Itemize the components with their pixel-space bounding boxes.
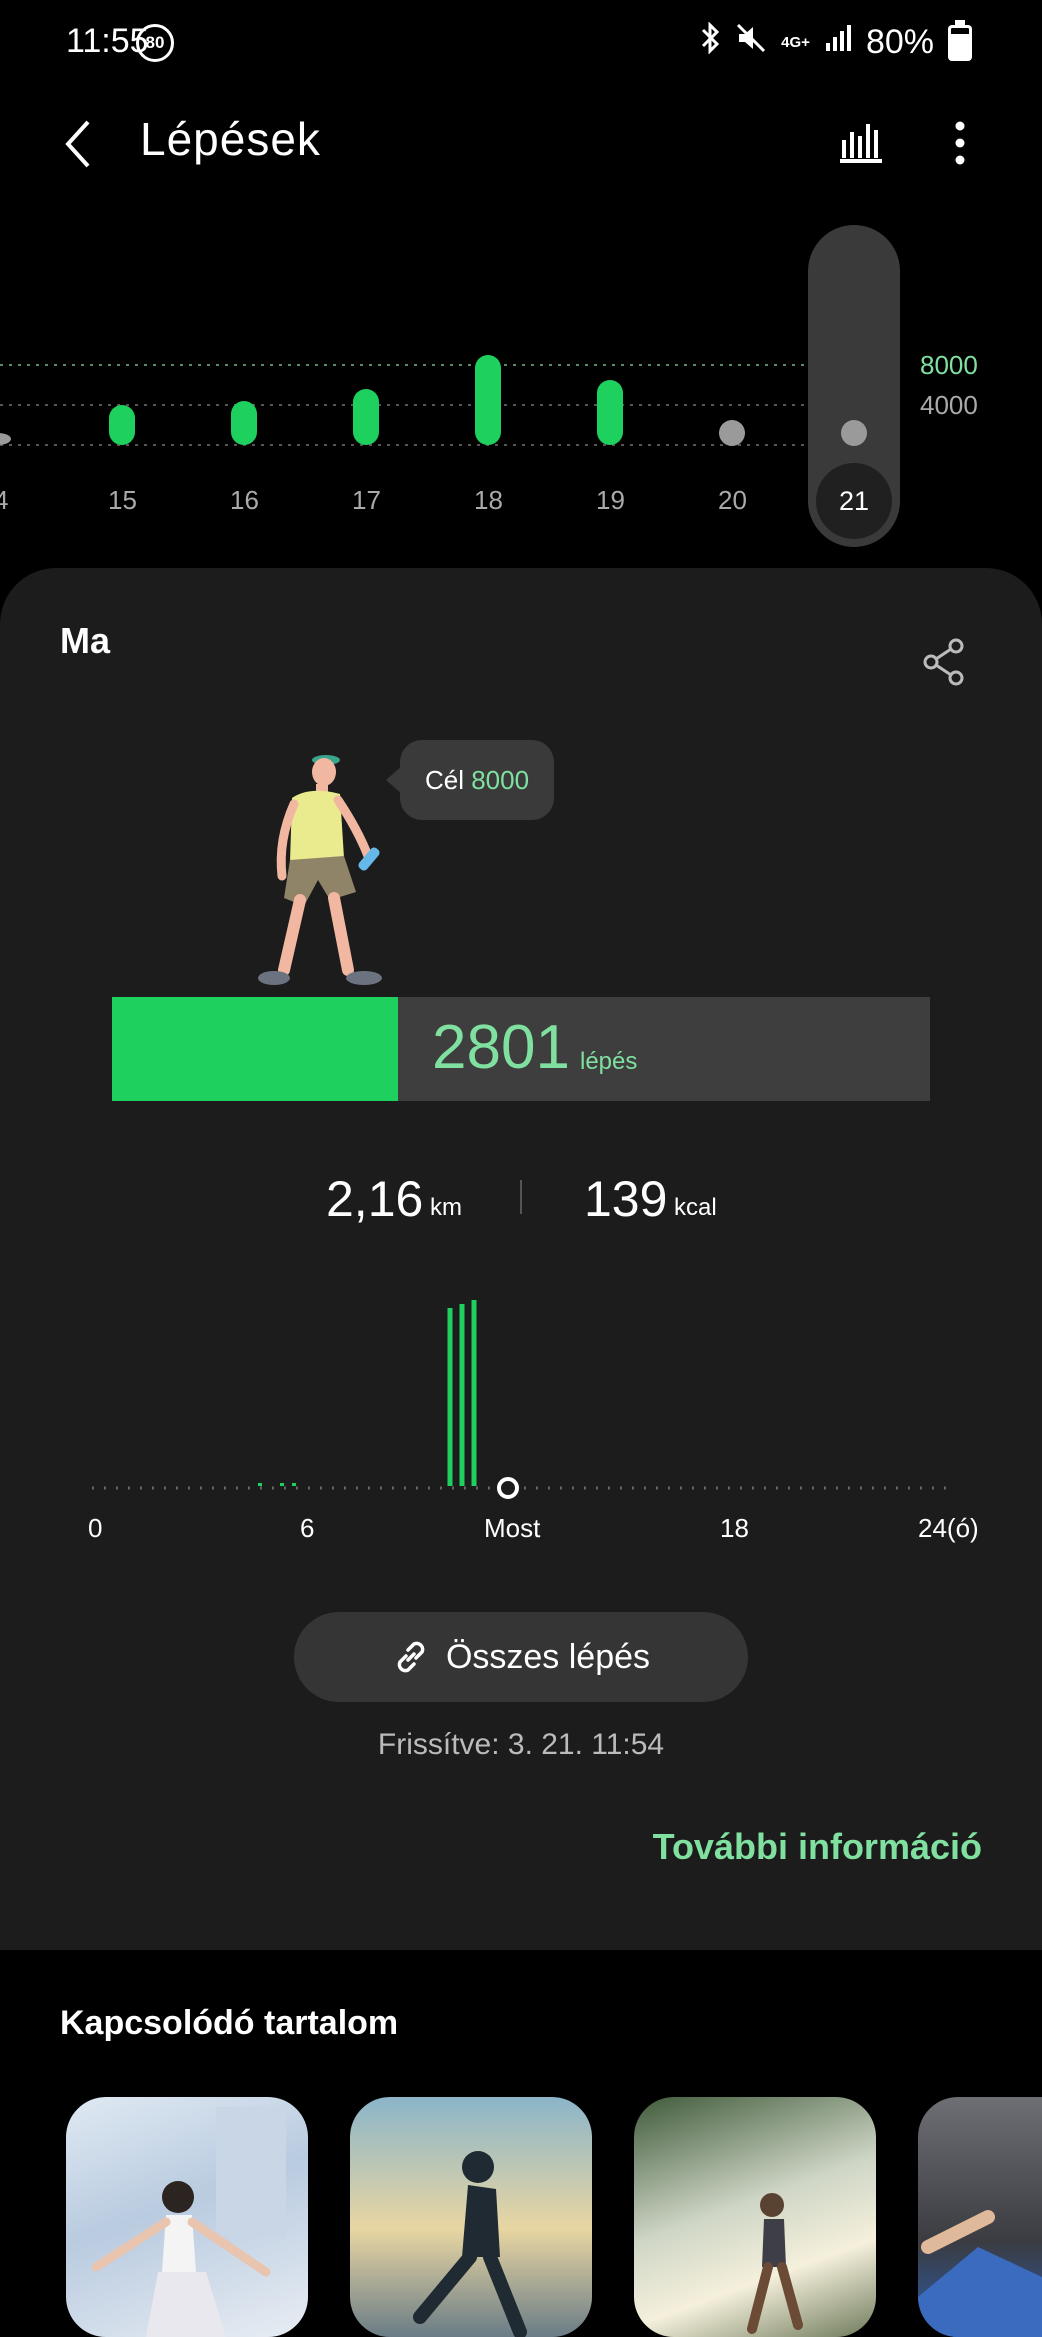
goal-value: 8000 — [471, 765, 530, 795]
steps-unit: lépés — [580, 1048, 638, 1075]
stats-divider — [520, 1180, 522, 1214]
hour-label: 24(ó) — [918, 1513, 979, 1543]
notification-badge: 80 — [136, 24, 174, 62]
related-thumbnail-yoga[interactable] — [66, 2097, 308, 2337]
weekly-bar-15[interactable] — [109, 405, 135, 445]
goal-prefix: Cél — [424, 765, 464, 795]
weekly-bar-17[interactable] — [353, 389, 379, 445]
related-content-title: Kapcsolódó tartalom — [60, 2004, 399, 2042]
bar-chart-icon — [840, 124, 882, 163]
signal-icon — [824, 23, 852, 62]
more-info-link[interactable]: További információ — [653, 1826, 982, 1868]
walker-illustration — [258, 755, 382, 985]
goal-bubble: Cél 8000 — [386, 740, 554, 820]
hour-label: 0 — [88, 1513, 103, 1543]
more-options-button[interactable] — [950, 120, 970, 171]
steps-count: 2801 — [432, 1013, 570, 1082]
calories-unit: kcal — [674, 1194, 717, 1221]
related-thumbnail-running[interactable] — [350, 2097, 592, 2337]
day-label[interactable]: 19 — [596, 485, 625, 516]
weekly-bar-20[interactable] — [719, 420, 745, 446]
weekly-bar-18[interactable] — [475, 355, 501, 445]
hour-label: 6 — [300, 1513, 315, 1543]
calories-value: 139 — [584, 1171, 668, 1227]
day-label[interactable]: 20 — [718, 485, 747, 516]
weekly-bar-21[interactable] — [841, 420, 867, 446]
distance-unit: km — [430, 1194, 462, 1221]
day-label[interactable]: 4 — [0, 485, 8, 516]
network-label: 4G+ — [781, 34, 810, 51]
battery-percent: 80% — [865, 23, 934, 61]
page-title: Lépések — [140, 113, 321, 165]
share-icon — [923, 638, 964, 686]
bluetooth-icon — [699, 21, 721, 63]
hourly-steps-chart — [92, 1300, 950, 1499]
day-label[interactable]: 15 — [108, 485, 137, 516]
daily-progress-fill — [112, 997, 398, 1101]
weekly-bar-16[interactable] — [231, 401, 257, 445]
distance-value: 2,16 — [326, 1171, 424, 1227]
share-button[interactable] — [922, 638, 966, 691]
hour-label: 18 — [720, 1513, 749, 1543]
related-thumbnail-jogging[interactable] — [634, 2097, 876, 2337]
battery-icon — [948, 19, 972, 61]
weekly-bar-14[interactable] — [0, 433, 11, 445]
link-icon — [397, 1641, 425, 1673]
goal-line-label: 8000 — [920, 350, 978, 380]
now-marker — [497, 1477, 519, 1499]
selected-day[interactable]: 21 — [816, 463, 892, 539]
weekly-steps-chart — [0, 355, 867, 446]
hour-label-now: Most — [484, 1513, 541, 1543]
updated-timestamp: Frissítve: 3. 21. 11:54 — [377, 1728, 665, 1761]
day-label[interactable]: 18 — [474, 485, 503, 516]
mute-icon — [735, 22, 767, 63]
all-steps-button[interactable]: Összes lépés — [294, 1612, 748, 1702]
weekly-bar-19[interactable] — [597, 380, 623, 445]
today-label: Ma — [60, 620, 111, 661]
related-thumbnail-fitness[interactable] — [918, 2097, 1042, 2337]
chart-view-button[interactable] — [838, 118, 884, 169]
status-icons: 4G+ 80% — [699, 19, 972, 63]
all-steps-label: Összes lépés — [445, 1637, 651, 1676]
status-bar: 11:55 80 4G+ 80% — [0, 0, 1042, 90]
back-button[interactable] — [62, 118, 92, 175]
day-label[interactable]: 17 — [352, 485, 381, 516]
chevron-left-icon — [65, 120, 90, 168]
weekly-day-axis: 4 15 16 17 18 19 20 — [0, 485, 800, 519]
mid-line-label: 4000 — [920, 390, 978, 420]
more-vert-icon — [955, 121, 965, 165]
day-label[interactable]: 16 — [230, 485, 259, 516]
